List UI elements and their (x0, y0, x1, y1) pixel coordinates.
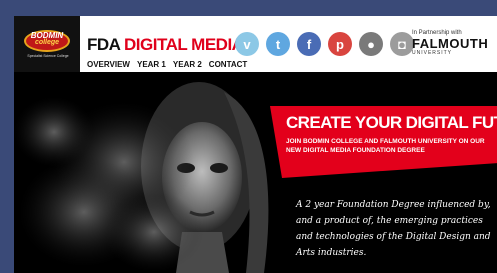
pinterest-icon[interactable]: p (328, 32, 352, 56)
website-frame: BODMIN college Specialist Science Colleg… (14, 16, 497, 273)
instagram-icon[interactable]: ◘ (390, 32, 414, 56)
twitter-icon[interactable]: t (266, 32, 290, 56)
site-title-highlight: DIGITAL MEDIA (124, 35, 244, 54)
logo-sub: college (34, 39, 60, 46)
site-header: BODMIN college Specialist Science Colleg… (14, 16, 497, 72)
hero-headline: CREATE YOUR DIGITAL FUTURE (286, 113, 497, 132)
logo-tagline: Specialist Science College (27, 54, 69, 58)
vimeo-icon[interactable]: v (235, 32, 259, 56)
main-nav: OVERVIEW YEAR 1 YEAR 2 CONTACT (87, 60, 247, 69)
nav-item-contact[interactable]: CONTACT (209, 60, 248, 69)
apple-icon[interactable]: ● (359, 32, 383, 56)
partner-name: FALMOUTH (412, 36, 489, 51)
site-title: FDA DIGITAL MEDIA (87, 35, 244, 55)
facebook-icon[interactable]: f (297, 32, 321, 56)
nav-item-year-2[interactable]: YEAR 2 (173, 60, 202, 69)
nav-item-overview[interactable]: OVERVIEW (87, 60, 130, 69)
college-logo[interactable]: BODMIN college Specialist Science Colleg… (14, 16, 80, 72)
partner-logo[interactable]: In Partnership with FALMOUTH UNIVERSITY (412, 30, 496, 56)
site-title-prefix: FDA (87, 35, 125, 54)
hero-subheadline: JOIN BODMIN COLLEGE AND FALMOUTH UNIVERS… (286, 138, 485, 154)
nav-item-year-1[interactable]: YEAR 1 (137, 60, 166, 69)
social-links: v t f p ● ◘ (235, 32, 414, 56)
hero-description: A 2 year Foundation Degree influenced by… (296, 200, 491, 258)
